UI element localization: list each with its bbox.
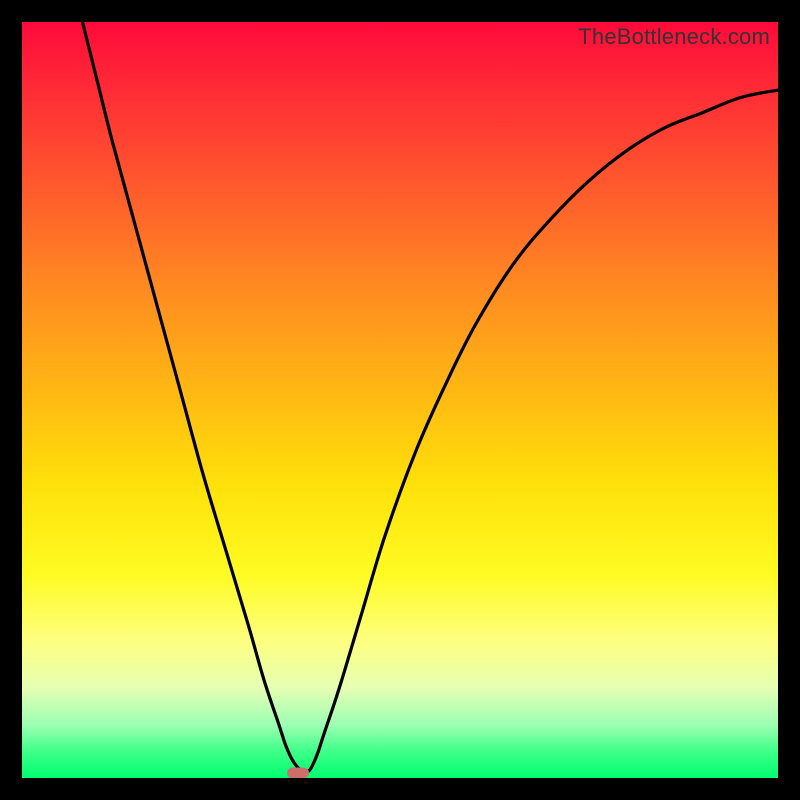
bottleneck-curve [22,22,778,778]
optimal-point-marker [287,767,309,778]
watermark-text: TheBottleneck.com [578,24,770,50]
chart-area: TheBottleneck.com [22,22,778,778]
